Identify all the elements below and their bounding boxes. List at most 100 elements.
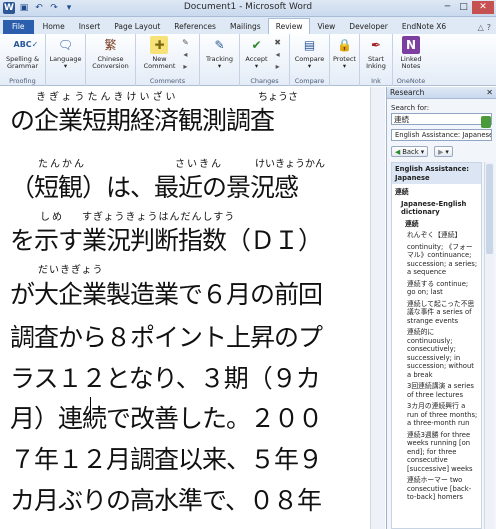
results-source-heading[interactable]: English Assistance: Japanese	[392, 163, 481, 184]
forward-button[interactable]: ▶ ▾	[434, 146, 453, 157]
document-line: ７年１２月調査以来、５年９	[10, 445, 323, 474]
onenote-group: N Linked Notes OneNote	[393, 34, 429, 86]
minimize-ribbon-icon[interactable]: △	[478, 23, 484, 32]
ink-group: ✒ Start Inking Ink	[360, 34, 393, 86]
ruby-text: だいきぎょう	[38, 265, 104, 276]
abc-check-icon: ABC✓	[13, 40, 39, 49]
ribbon-tabs: File Home Insert Page Layout References …	[0, 17, 496, 34]
onenote-icon: N	[402, 36, 420, 54]
protect-button[interactable]: 🔒 Protect ▾	[331, 36, 358, 86]
entry-example: 連続3週勝 for three weeks running [on end]; …	[407, 430, 473, 473]
entry-example: 連続する continue; go on; last	[407, 279, 469, 297]
language-group: 🗨 Language ▾	[46, 34, 86, 86]
document-line: 調査から８ポイント上昇のプ	[10, 323, 323, 352]
comments-group: ✚ New Comment ✎ ◂ ▸ Comments	[136, 34, 200, 86]
forward-arrow-icon: ▶	[438, 147, 444, 156]
document-line: の企業短期経済観測調査	[10, 106, 275, 135]
document-line: 月）連続で改善した。２００	[10, 404, 323, 433]
tracking-button[interactable]: ✎ Tracking ▾	[204, 36, 235, 86]
next-comment-icon[interactable]: ▸	[179, 62, 191, 72]
close-pane-icon[interactable]: ✕	[486, 88, 493, 97]
search-for-label: Search for:	[391, 104, 430, 112]
onenote-label: OneNote	[396, 77, 426, 85]
compare-group: ▤ Compare ▾ Compare	[290, 34, 330, 86]
chinese-conversion-button[interactable]: 繁 Chinese Conversion	[90, 36, 130, 86]
title-bar: W ▣ ↶ ↷ ▾ Document1 - Microsoft Word ─ □…	[0, 0, 496, 17]
proofing-label: Proofing	[9, 77, 36, 85]
previous-change-icon[interactable]: ◂	[272, 50, 284, 60]
document-line: ラス１２となり、３期（９カ	[10, 364, 321, 393]
tab-endnote[interactable]: EndNote X6	[395, 20, 453, 34]
entry-definition: continuity; 《フォーマル》continuance; successi…	[407, 242, 478, 277]
research-pane: Research ✕ Search for: 連続 English Assist…	[386, 87, 496, 529]
previous-comment-icon[interactable]: ◂	[179, 50, 191, 60]
tab-mailings[interactable]: Mailings	[223, 20, 268, 34]
ink-label: Ink	[371, 77, 381, 85]
tab-view[interactable]: View	[310, 20, 342, 34]
ribbon-controls: △ ?	[478, 20, 496, 34]
close-icon[interactable]: ✕	[472, 1, 494, 14]
tab-home[interactable]: Home	[36, 20, 72, 34]
search-input[interactable]: 連続	[391, 113, 492, 125]
research-scroll-thumb[interactable]	[486, 164, 493, 254]
results-query-heading: 連続	[395, 188, 409, 196]
entry-example: 連続して起こった不思議な事件 a series of strange event…	[407, 299, 475, 325]
proofing-group: ABC✓ Spelling & Grammar Proofing	[0, 34, 46, 86]
track-changes-icon: ✎	[214, 38, 225, 52]
source-dropdown[interactable]: English Assistance: Japanese ▾	[391, 129, 492, 141]
research-results: English Assistance: Japanese 連続 Japanese…	[391, 162, 482, 529]
chinese-icon: 繁	[104, 38, 117, 52]
next-change-icon[interactable]: ▸	[272, 62, 284, 72]
help-icon[interactable]: ?	[487, 23, 491, 32]
research-scrollbar[interactable]	[484, 162, 494, 529]
research-pane-header: Research ✕	[387, 87, 496, 99]
entry-reading: れんぞく【連続】	[407, 231, 462, 239]
document-line: を示す業況判断指数（ＤＩ）	[10, 226, 323, 255]
window-controls: ─ □ ✕	[440, 1, 494, 14]
back-button[interactable]: ◀ Back ▾	[391, 146, 429, 157]
ribbon: ABC✓ Spelling & Grammar Proofing 🗨 Langu…	[0, 34, 496, 86]
entry-example: 連続ホーマー two consecutive [back-to-back] ho…	[407, 476, 472, 501]
back-arrow-icon: ◀	[395, 147, 401, 156]
lock-icon: 🔒	[337, 38, 352, 52]
document-line: が大企業製造業で６月の前回	[10, 280, 323, 309]
accept-icon: ✔	[251, 38, 262, 52]
changes-label: Changes	[250, 77, 279, 85]
document-area[interactable]: きぎょうたんきけいざい ちょうさ の企業短期経済観測調査 たんかん さいきん け…	[0, 87, 385, 529]
window-title: Document1 - Microsoft Word	[183, 2, 313, 12]
document-line: カ月ぶりの高水準で、０８年	[10, 486, 322, 515]
minimize-icon[interactable]: ─	[440, 1, 455, 14]
compare-icon: ▤	[303, 38, 316, 52]
protect-group: 🔒 Protect ▾	[330, 34, 360, 86]
entry-heading[interactable]: 連続	[395, 220, 478, 229]
language-button[interactable]: 🗨 Language ▾	[47, 36, 83, 86]
new-comment-icon: ✚	[150, 36, 169, 54]
comments-label: Comments	[149, 77, 186, 85]
document-line: （短観）は、最近の景況感	[10, 173, 299, 202]
chinese-conversion-group: 繁 Chinese Conversion	[86, 34, 136, 86]
entry-example: 連続的に continuously; consecutively; succes…	[407, 328, 474, 379]
tracking-group: ✎ Tracking ▾	[200, 34, 240, 86]
tab-page-layout[interactable]: Page Layout	[107, 20, 167, 34]
research-title: Research	[390, 88, 425, 97]
maximize-icon[interactable]: □	[456, 1, 471, 14]
language-icon: 🗨	[57, 38, 74, 52]
search-go-button[interactable]	[481, 116, 491, 128]
dictionary-heading[interactable]: Japanese-English dictionary	[395, 200, 478, 217]
changes-group: ✔ Accept ▾ ✖ ◂ ▸ Changes	[240, 34, 290, 86]
tab-file[interactable]: File	[3, 20, 34, 34]
document-scrollbar[interactable]	[370, 87, 385, 529]
tab-developer[interactable]: Developer	[342, 20, 395, 34]
text-cursor	[90, 397, 91, 423]
delete-comment-icon[interactable]: ✎	[179, 38, 191, 48]
pen-icon: ✒	[370, 38, 382, 52]
source-selected: English Assistance: Japanese	[395, 131, 492, 139]
compare-group-label: Compare	[294, 77, 325, 85]
tab-review[interactable]: Review	[267, 18, 311, 34]
tab-insert[interactable]: Insert	[72, 20, 108, 34]
tab-references[interactable]: References	[167, 20, 223, 34]
reject-icon[interactable]: ✖	[272, 38, 284, 48]
research-nav: ◀ Back ▾ ▶ ▾	[391, 146, 492, 157]
entry-example: 3回連続講演 a series of three lectures	[407, 382, 474, 399]
entry-example: 3カ月の連続興行 a run of three months; a three-…	[407, 402, 478, 427]
